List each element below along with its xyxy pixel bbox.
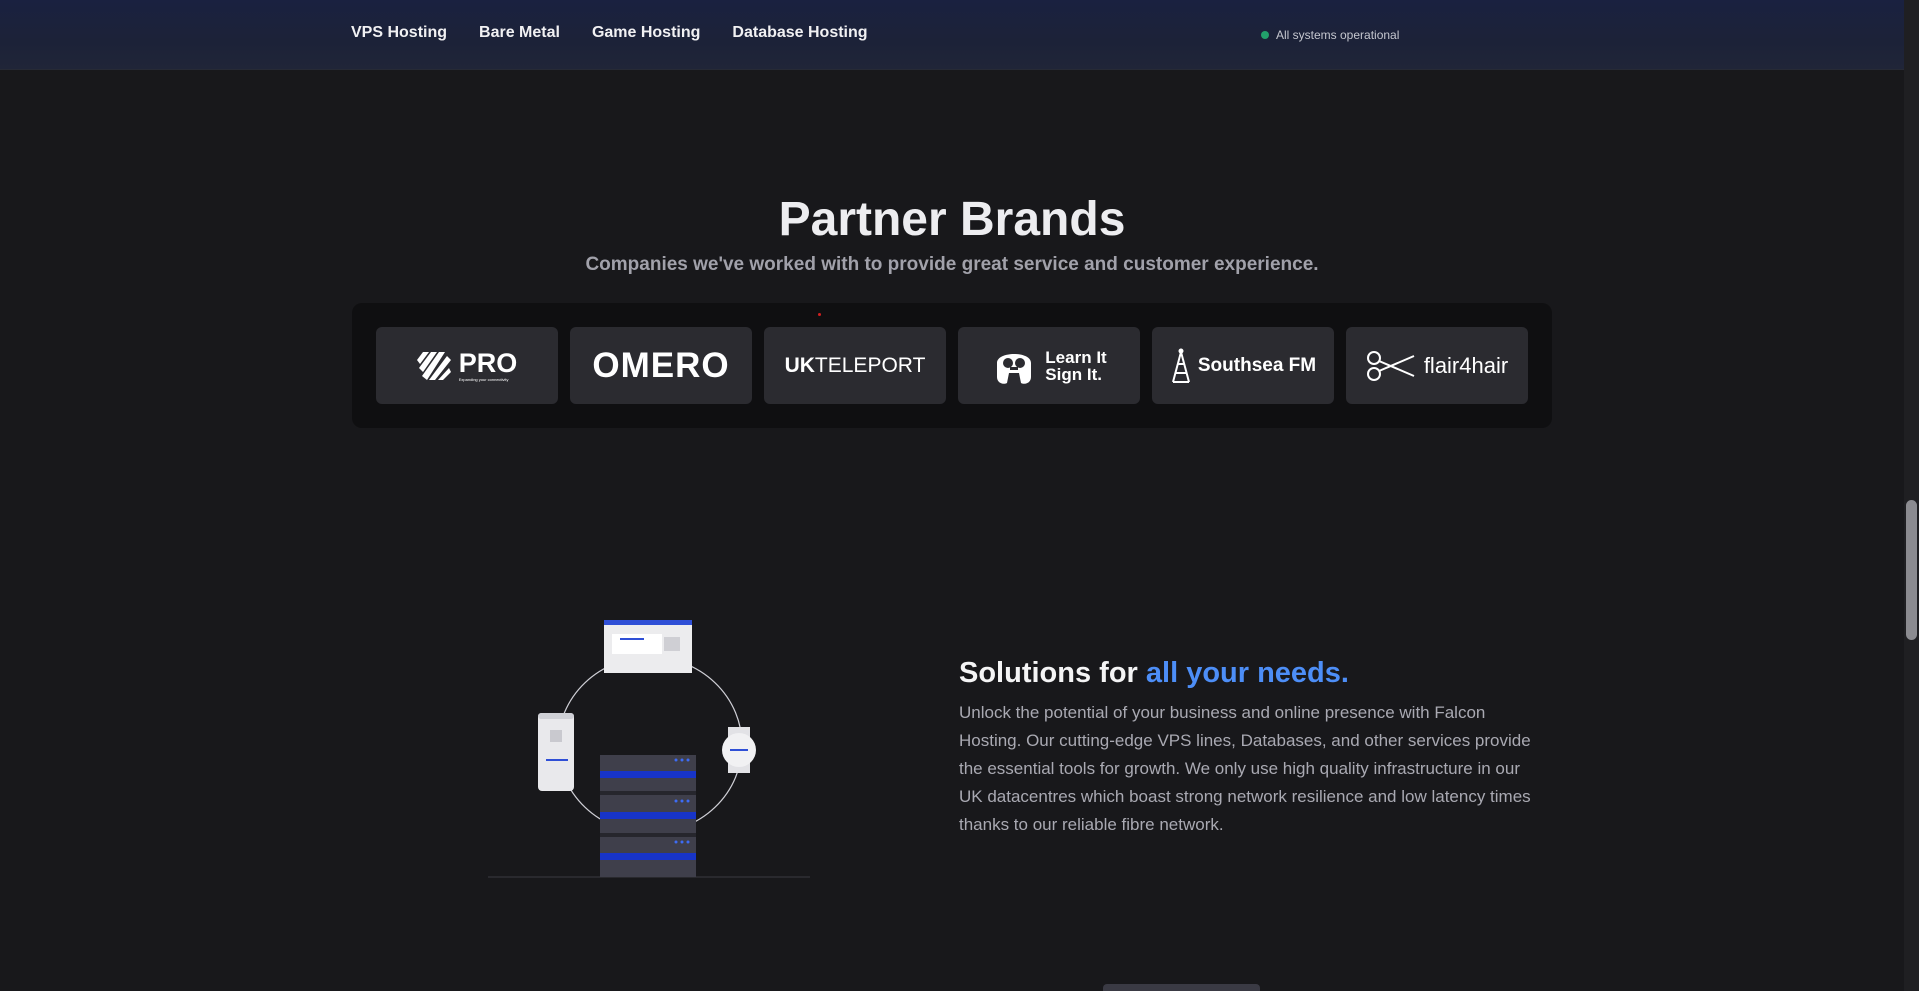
radio-tower-icon [1171, 348, 1190, 383]
brand-name-line1: Learn It [1045, 347, 1107, 367]
top-navbar: VPS Hosting Bare Metal Game Hosting Data… [0, 0, 1904, 70]
status-dot-icon [1261, 31, 1269, 39]
smartwatch-icon [722, 727, 756, 773]
nav-database-hosting[interactable]: Database Hosting [732, 24, 867, 42]
server-rack-icon [600, 755, 696, 877]
main-nav: VPS Hosting Bare Metal Game Hosting Data… [351, 24, 868, 42]
brand-name-part2: TELEPORT [814, 353, 926, 377]
stripes-logo-icon [416, 351, 451, 380]
solutions-body: Unlock the potential of your business an… [959, 703, 1531, 834]
next-section-peek [1103, 984, 1260, 991]
nav-vps-hosting[interactable]: VPS Hosting [351, 24, 447, 42]
status-text: All systems operational [1276, 28, 1400, 42]
solutions-heading-prefix: Solutions for [959, 657, 1138, 689]
browser-window-icon [604, 620, 692, 673]
nav-game-hosting[interactable]: Game Hosting [592, 24, 700, 42]
partner-brands-subtitle: Companies we've worked with to provide g… [585, 254, 1319, 275]
brand-name-part1: UK [784, 353, 815, 377]
page-scrollbar[interactable] [1904, 0, 1919, 991]
solutions-heading: Solutions for all your needs. [959, 657, 1349, 690]
red-dot-marker [818, 313, 821, 316]
phone-icon [538, 713, 574, 791]
nav-bare-metal[interactable]: Bare Metal [479, 24, 560, 42]
solutions-heading-accent: all your needs. [1145, 657, 1349, 689]
scissors-icon [1366, 350, 1415, 381]
brand-name-line2: Sign It. [1045, 364, 1102, 384]
scrollbar-thumb[interactable] [1906, 500, 1917, 640]
system-status[interactable]: All systems operational [1261, 28, 1399, 42]
brand-name: PRO [458, 347, 518, 378]
brand-card-southsea-fm[interactable]: Southsea FM [1152, 327, 1334, 404]
brand-tagline: Expanding your connectivity [458, 376, 509, 382]
brand-name: flair4hair [1423, 352, 1509, 378]
signing-hands-icon [997, 353, 1032, 384]
devices-illustration [488, 620, 810, 878]
pro-wordmark: PRO Expanding your connectivity [458, 347, 518, 382]
partner-brands-title: Partner Brands [778, 193, 1126, 246]
brand-card-omero[interactable]: OMERO [570, 327, 752, 404]
learn-it-wordmark: Learn It Sign It. [1045, 349, 1106, 383]
brand-card-pro[interactable]: PRO Expanding your connectivity [376, 327, 558, 404]
brand-card-flair4hair[interactable]: flair4hair [1346, 327, 1528, 404]
brand-card-learn-it-sign-it[interactable]: Learn It Sign It. [958, 327, 1140, 404]
brand-card-ukteleport[interactable]: UK TELEPORT [764, 327, 946, 404]
brand-name: OMERO [592, 345, 730, 385]
brand-name: Southsea FM [1197, 354, 1317, 376]
